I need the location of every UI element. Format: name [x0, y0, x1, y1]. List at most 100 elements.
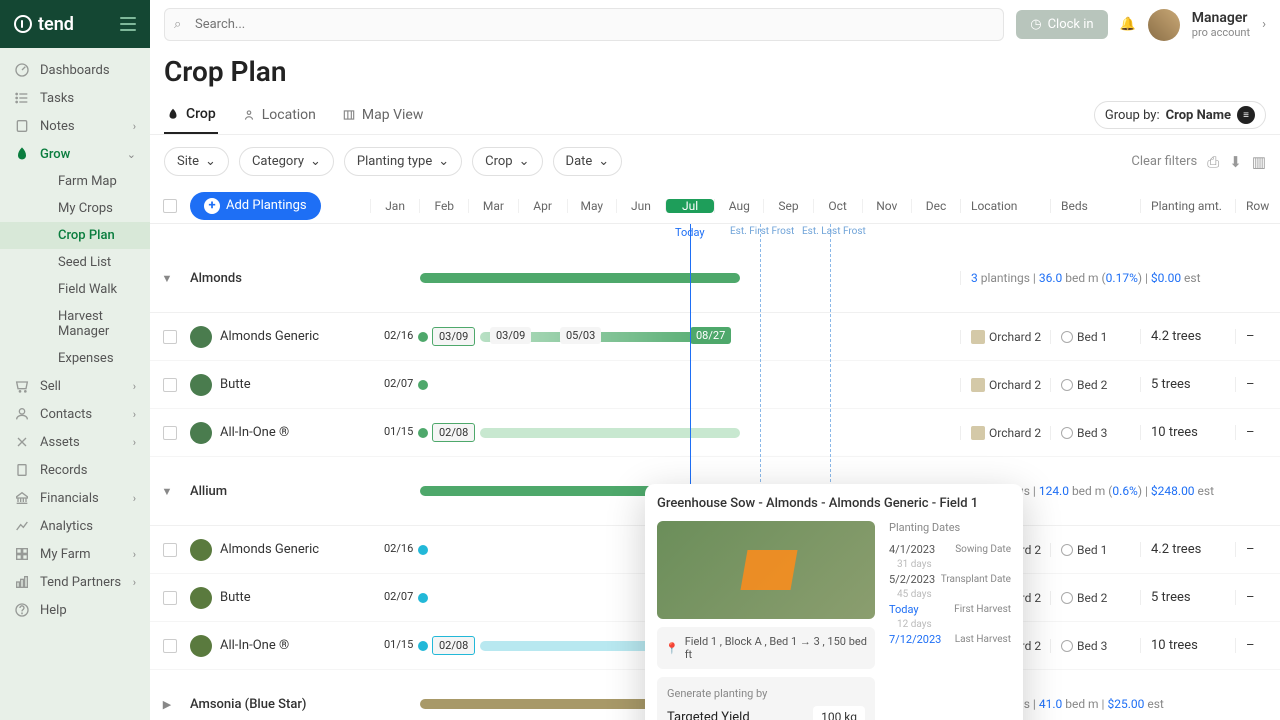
tools-icon	[14, 434, 30, 450]
expand-icon[interactable]: ▼	[162, 485, 173, 498]
columns-icon[interactable]: ▥	[1252, 153, 1266, 171]
crop-name[interactable]: Butte	[190, 587, 370, 609]
groupby-selector[interactable]: Group by: Crop Name≡	[1094, 101, 1266, 129]
nav-tasks[interactable]: Tasks	[0, 84, 150, 112]
row-checkbox[interactable]	[163, 591, 177, 605]
filter-date[interactable]: Date ⌄	[553, 147, 623, 176]
nav-notes[interactable]: Notes›	[0, 112, 150, 140]
row-checkbox[interactable]	[163, 378, 177, 392]
sub-seed-list[interactable]: Seed List	[0, 249, 150, 276]
download-icon[interactable]: ⬇	[1229, 153, 1242, 171]
notifications-icon[interactable]: 🔔	[1120, 17, 1136, 32]
crop-name[interactable]: All-In-One ®	[190, 635, 370, 657]
amount: 5 trees	[1140, 377, 1235, 392]
date-label: 02/16	[378, 327, 419, 344]
col-location: Location	[960, 199, 1050, 213]
month-apr: Apr	[518, 199, 567, 213]
bed-tag[interactable]: Bed 3	[1061, 426, 1140, 440]
date-label: 01/15	[378, 423, 419, 440]
print-icon[interactable]: ⎙	[1207, 153, 1219, 171]
nav-grow[interactable]: Grow⌄	[0, 140, 150, 168]
bank-icon	[14, 490, 30, 506]
sub-crop-plan[interactable]: Crop Plan	[0, 222, 150, 249]
row-checkbox[interactable]	[163, 330, 177, 344]
location-tag[interactable]: Orchard 2	[971, 378, 1050, 392]
sub-farm-map[interactable]: Farm Map	[0, 168, 150, 195]
crop-name[interactable]: Almonds Generic	[190, 539, 370, 561]
nav-sell[interactable]: Sell›	[0, 372, 150, 400]
row-checkbox[interactable]	[163, 543, 177, 557]
nav-financials[interactable]: Financials›	[0, 484, 150, 512]
planting-popover: Greenhouse Sow - Almonds - Almonds Gener…	[645, 484, 1023, 720]
planting-dot[interactable]	[418, 545, 428, 555]
amount: 4.2 trees	[1140, 542, 1235, 557]
user-info: Manager pro account	[1192, 10, 1250, 39]
bed-tag[interactable]: Bed 2	[1061, 591, 1140, 605]
expand-icon[interactable]: ▶	[163, 698, 171, 711]
tab-location[interactable]: Location	[240, 97, 318, 133]
planting-dot[interactable]	[418, 428, 428, 438]
filter-crop[interactable]: Crop ⌄	[472, 147, 542, 176]
gantt-bar[interactable]	[480, 428, 740, 438]
bed-tag[interactable]: Bed 2	[1061, 378, 1140, 392]
group-name[interactable]: Allium	[190, 484, 370, 499]
nav-records[interactable]: Records	[0, 456, 150, 484]
bed-tag[interactable]: Bed 3	[1061, 639, 1140, 653]
sidebar-collapse-icon[interactable]	[120, 17, 136, 31]
bars-icon	[14, 574, 30, 590]
tab-map[interactable]: Map View	[340, 97, 425, 133]
filter-site[interactable]: Site ⌄	[164, 147, 229, 176]
month-aug: Aug	[714, 199, 763, 213]
group-name[interactable]: Amsonia (Blue Star)	[190, 697, 370, 712]
group-name[interactable]: Almonds	[190, 271, 370, 286]
nav-help[interactable]: Help	[0, 596, 150, 624]
yield-input[interactable]: 100 kg	[813, 706, 865, 720]
date-label[interactable]: 02/08	[432, 636, 475, 655]
sub-expenses[interactable]: Expenses	[0, 345, 150, 372]
filter-category[interactable]: Category ⌄	[239, 147, 334, 176]
nav-dashboards[interactable]: Dashboards	[0, 56, 150, 84]
sub-my-crops[interactable]: My Crops	[0, 195, 150, 222]
nav-contacts[interactable]: Contacts›	[0, 400, 150, 428]
planting-dot[interactable]	[418, 332, 428, 342]
avatar[interactable]	[1148, 9, 1180, 41]
nav-analytics[interactable]: Analytics	[0, 512, 150, 540]
add-plantings-button[interactable]: +Add Plantings	[190, 192, 321, 220]
planting-dot[interactable]	[418, 641, 428, 651]
filter-planting[interactable]: Planting type ⌄	[344, 147, 462, 176]
bed-tag[interactable]: Bed 1	[1061, 330, 1140, 344]
grid-icon	[14, 546, 30, 562]
row-checkbox[interactable]	[163, 426, 177, 440]
location-tag[interactable]: Orchard 2	[971, 426, 1050, 440]
field-location-tag: 📍Field 1 , Block A , Bed 1 → 3 , 150 bed…	[657, 627, 875, 669]
date-label[interactable]: 02/08	[432, 423, 475, 442]
crop-name[interactable]: Almonds Generic	[190, 326, 370, 348]
bed-tag[interactable]: Bed 1	[1061, 543, 1140, 557]
user-menu-chevron[interactable]: ›	[1262, 17, 1266, 32]
page-title: Crop Plan	[164, 55, 1266, 88]
list-icon	[14, 90, 30, 106]
planting-dot[interactable]	[418, 593, 428, 603]
clear-filters[interactable]: Clear filters	[1131, 154, 1197, 169]
date-label[interactable]: 03/09	[432, 327, 475, 346]
nav-myfarm[interactable]: My Farm›	[0, 540, 150, 568]
nav-assets[interactable]: Assets›	[0, 428, 150, 456]
planting-dot[interactable]	[418, 380, 428, 390]
row-checkbox[interactable]	[163, 639, 177, 653]
sub-harvest[interactable]: Harvest Manager	[0, 303, 150, 345]
col-beds: Beds	[1050, 199, 1140, 213]
location-tag[interactable]: Orchard 2	[971, 330, 1050, 344]
search-input[interactable]	[164, 8, 1004, 41]
crop-name[interactable]: All-In-One ®	[190, 422, 370, 444]
expand-icon[interactable]: ▼	[162, 272, 173, 285]
crop-name[interactable]: Butte	[190, 374, 370, 396]
chevron-down-icon: ⌄	[205, 154, 216, 169]
sub-field-walk[interactable]: Field Walk	[0, 276, 150, 303]
nav-partners[interactable]: Tend Partners›	[0, 568, 150, 596]
chevron-right-icon: ›	[133, 120, 136, 133]
clockin-button[interactable]: ◷Clock in	[1016, 10, 1107, 39]
tab-crop[interactable]: Crop	[164, 96, 218, 134]
select-all-checkbox[interactable]	[163, 199, 177, 213]
month-nov: Nov	[862, 199, 911, 213]
user-icon	[242, 108, 256, 122]
